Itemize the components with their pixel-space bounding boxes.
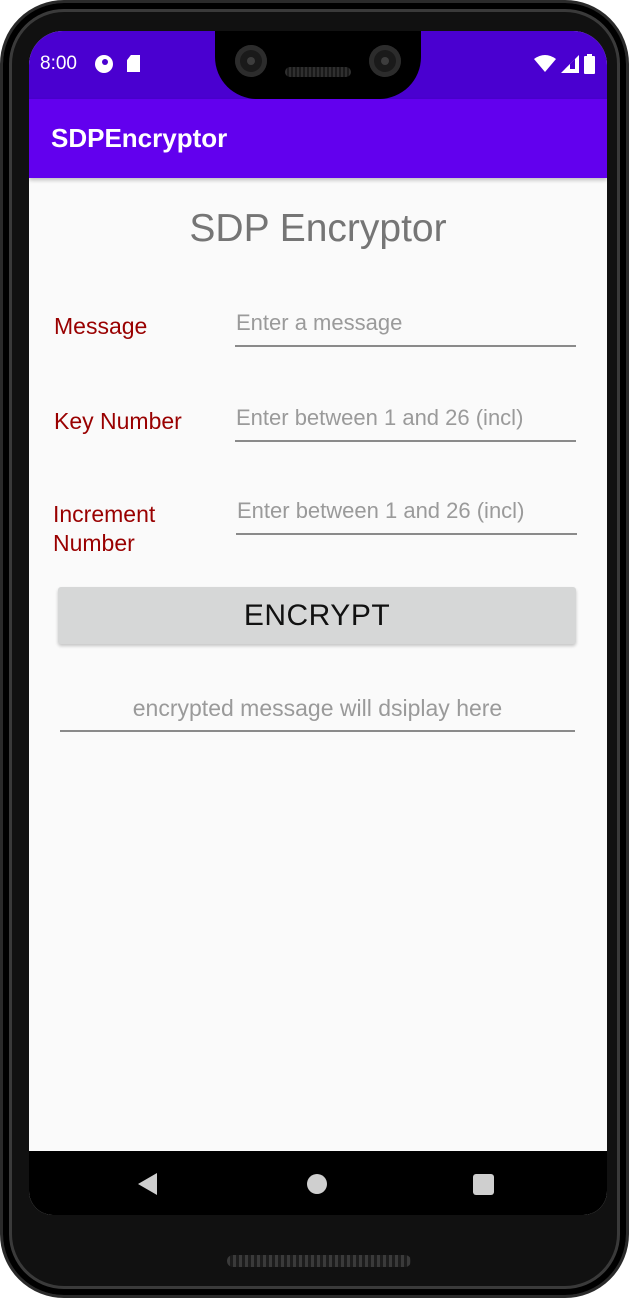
key-number-label: Key Number	[54, 408, 182, 434]
sd-card-icon	[127, 55, 140, 72]
earpiece-speaker	[285, 67, 351, 77]
encrypt-button[interactable]: ENCRYPT	[58, 587, 576, 644]
key-number-input[interactable]	[235, 402, 576, 442]
app-bar: SDPEncryptor	[29, 99, 607, 178]
status-time: 8:00	[40, 53, 77, 74]
encrypted-output: encrypted message will dsiplay here	[60, 695, 575, 732]
recents-icon[interactable]	[473, 1174, 494, 1195]
message-label: Message	[54, 313, 148, 339]
home-icon[interactable]	[307, 1174, 327, 1194]
bottom-speaker	[227, 1255, 411, 1267]
back-icon[interactable]	[138, 1173, 157, 1195]
data-saver-icon	[95, 55, 113, 73]
status-icons	[534, 53, 595, 75]
cell-signal-icon	[561, 55, 579, 73]
front-camera-icon	[235, 45, 267, 77]
increment-number-label: Increment Number	[53, 501, 156, 556]
front-camera-icon	[369, 45, 401, 77]
navigation-bar	[29, 1151, 607, 1215]
phone-frame: 8:00 SDPEncryptor SDP Encryptor Message …	[0, 0, 629, 1298]
page-title: SDP Encryptor	[189, 207, 447, 250]
battery-icon	[584, 54, 595, 74]
app-bar-title: SDPEncryptor	[51, 123, 228, 153]
wifi-icon	[534, 55, 556, 72]
screen: 8:00 SDPEncryptor SDP Encryptor Message …	[29, 31, 607, 1215]
increment-number-input[interactable]	[236, 495, 577, 535]
camera-notch	[215, 31, 421, 99]
message-input[interactable]	[235, 307, 576, 347]
